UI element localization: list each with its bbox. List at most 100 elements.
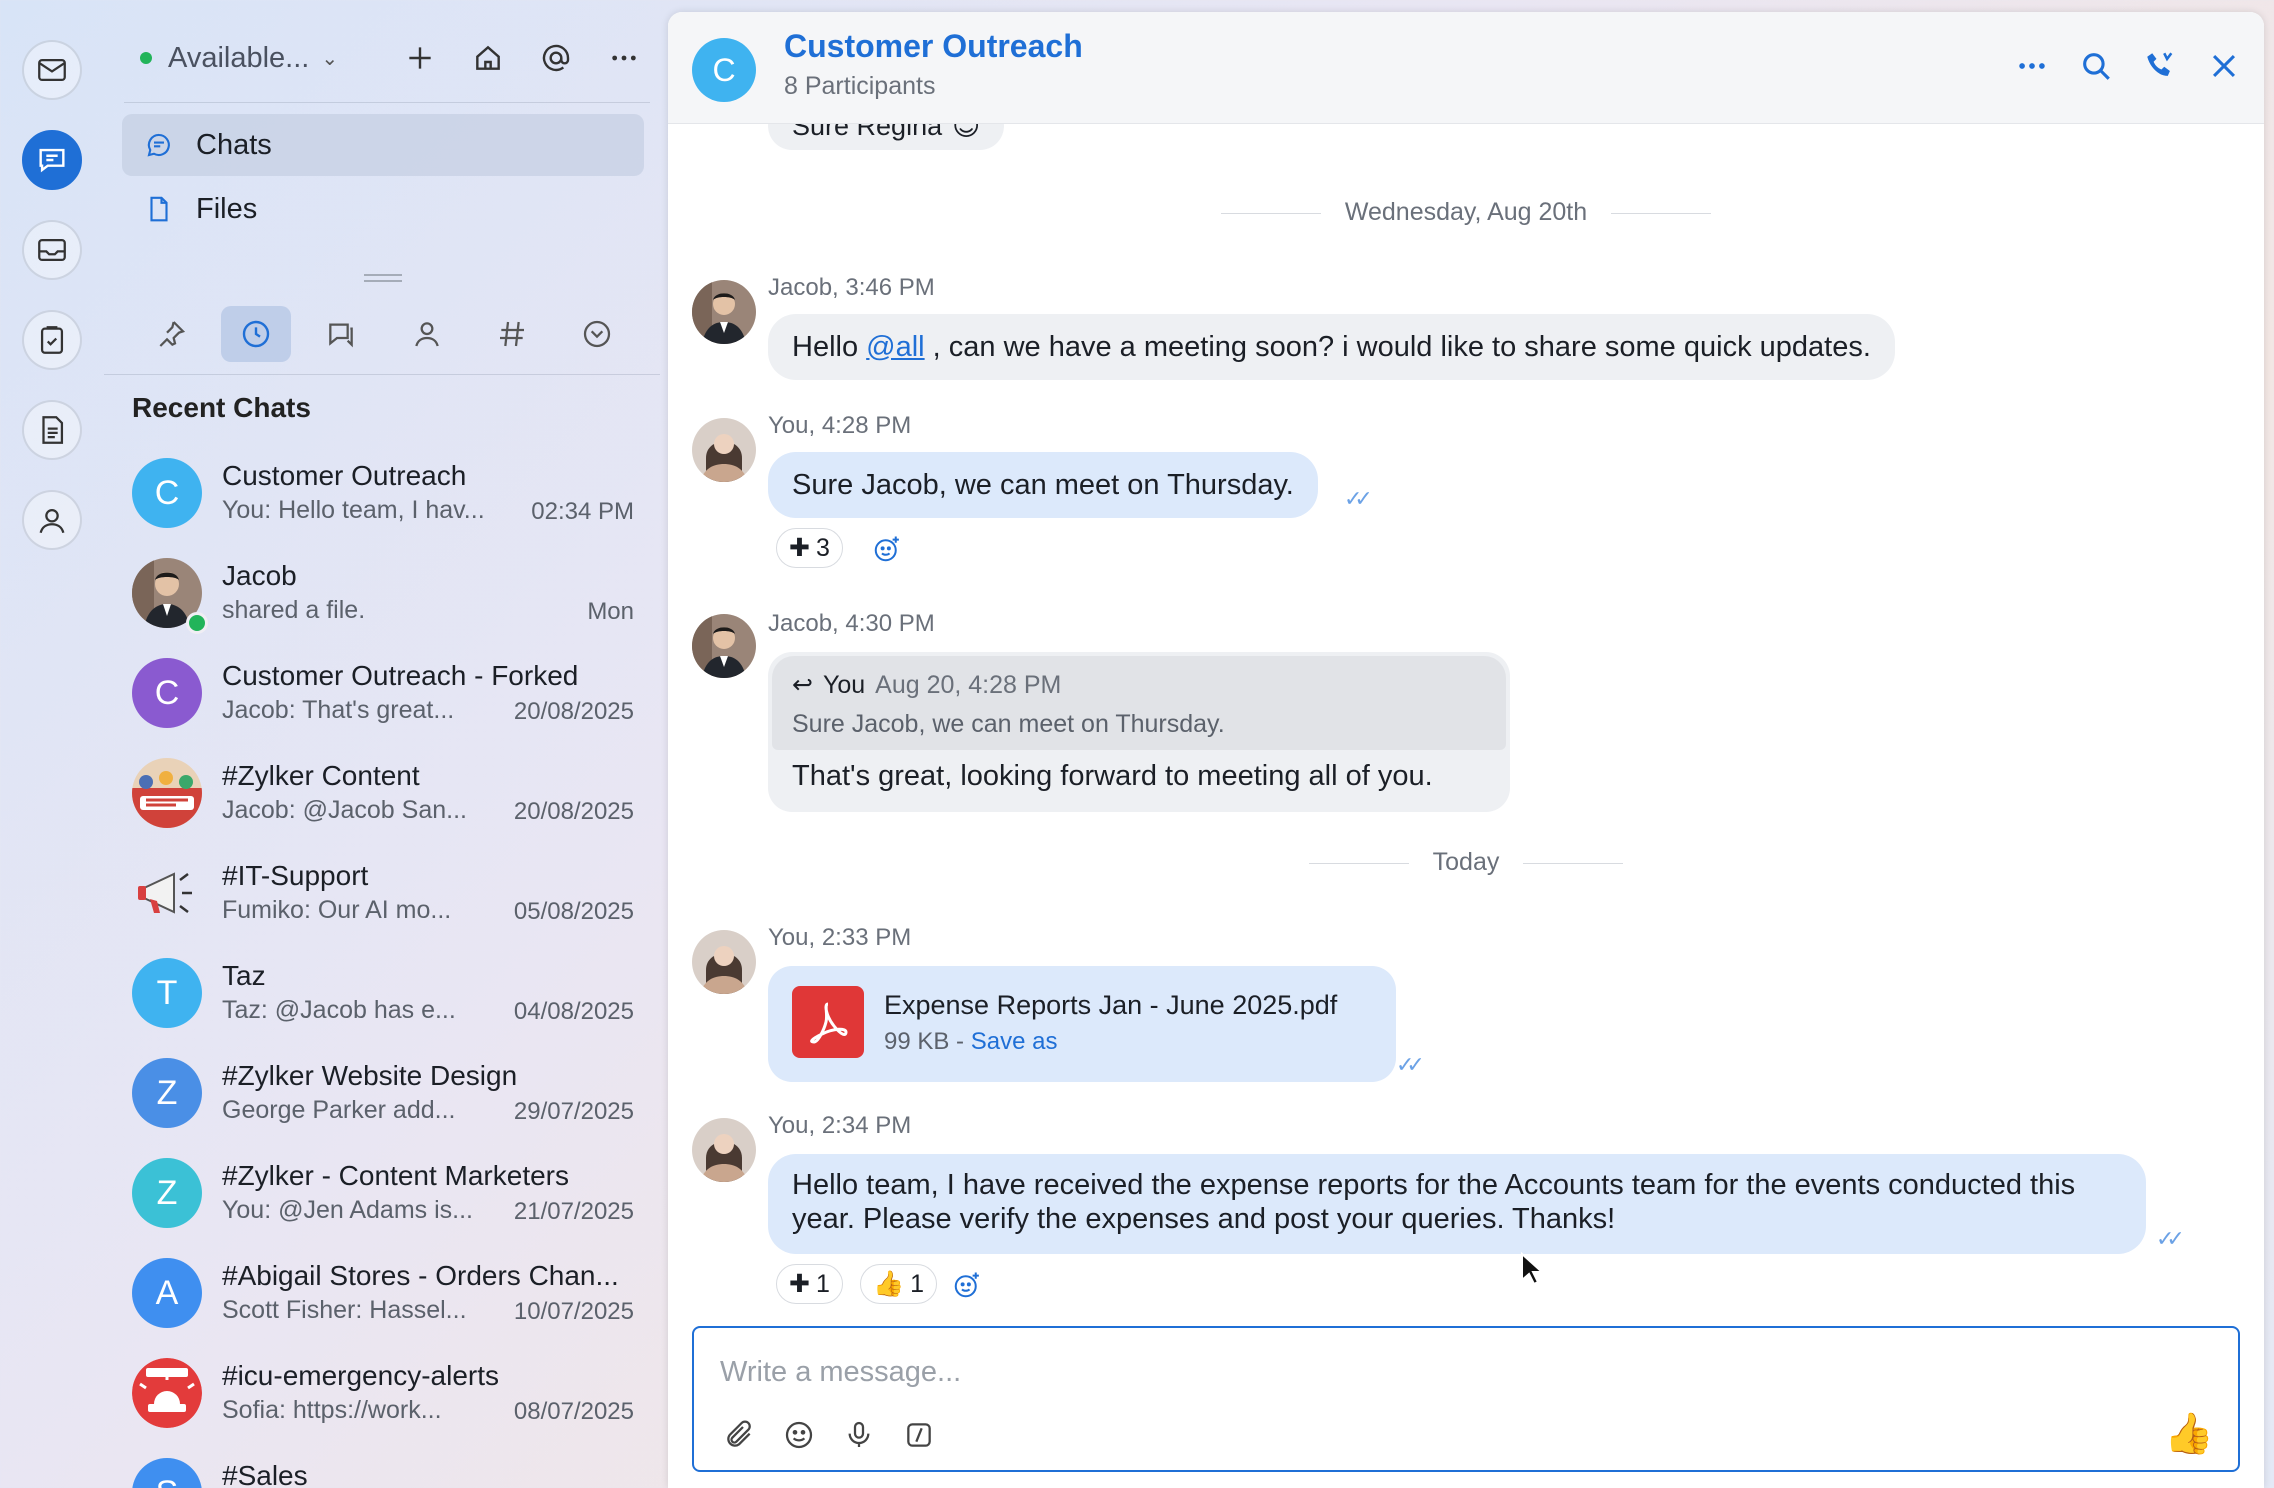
reaction-plus-one[interactable]: ✚ 1: [776, 1264, 843, 1304]
participants-count[interactable]: 8 Participants: [784, 72, 935, 101]
message-input[interactable]: [720, 1348, 2020, 1396]
tab-threads[interactable]: [306, 306, 376, 362]
sender-avatar[interactable]: [692, 1118, 756, 1182]
chat-preview: George Parker add...: [222, 1096, 456, 1124]
avatar: A: [132, 1258, 202, 1328]
status-label: Available...: [168, 41, 310, 74]
attach-button[interactable]: [720, 1416, 758, 1454]
tab-recent[interactable]: [221, 306, 292, 362]
chat-icon: [39, 148, 65, 173]
chat-list-item[interactable]: S #Sales: [104, 1446, 660, 1488]
chat-time: 05/08/2025: [513, 898, 634, 925]
inbox-rail-button[interactable]: [22, 220, 82, 280]
message-bubble[interactable]: Sure Regina 😊: [768, 124, 1005, 150]
inbox-icon: [38, 238, 66, 262]
chat-name: #Abigail Stores - Orders Chan...: [222, 1260, 619, 1291]
chat-list-item[interactable]: C Customer Outreach You: Hello team, I h…: [104, 446, 660, 546]
reaction-thumbs-up[interactable]: 👍 1: [860, 1264, 938, 1304]
new-chat-button[interactable]: [394, 34, 446, 82]
slash-commands-button[interactable]: [900, 1416, 938, 1454]
quote-header: ↩ You Aug 20, 4:28 PM: [792, 670, 1061, 700]
conversation-window: C Customer Outreach 8 Participants Sure …: [668, 12, 2264, 1488]
more-options-button[interactable]: [598, 34, 650, 82]
message-bubble[interactable]: Hello team, I have received the expense …: [768, 1154, 2146, 1254]
add-reaction-icon[interactable]: [872, 534, 902, 564]
pin-icon: [159, 321, 186, 347]
tab-channels[interactable]: [477, 306, 547, 362]
message-text: Sure Jacob, we can meet on Thursday.: [792, 468, 1294, 501]
chat-list-item[interactable]: Jacob shared a file. Mon: [104, 546, 660, 646]
voice-button[interactable]: [840, 1416, 878, 1454]
save-as-link[interactable]: Save as: [971, 1028, 1058, 1055]
send-thumbs-up-button[interactable]: 👍: [2164, 1410, 2214, 1457]
call-button[interactable]: [2142, 48, 2178, 84]
chat-bubble-icon: [147, 133, 170, 157]
chat-list-item[interactable]: T Taz Taz: @Jacob has e... 04/08/2025: [104, 946, 660, 1046]
chat-list-item[interactable]: A #Abigail Stores - Orders Chan... Scott…: [104, 1246, 660, 1346]
mouse-cursor-icon: [1521, 1252, 1542, 1286]
more-horizontal-icon: [612, 55, 636, 61]
quoted-message[interactable]: ↩ You Aug 20, 4:28 PM Sure Jacob, we can…: [772, 656, 1506, 750]
conversation-title[interactable]: Customer Outreach: [784, 28, 1083, 65]
chat-preview: Jacob: @Jacob San...: [222, 796, 467, 824]
chat-name: #icu-emergency-alerts: [222, 1360, 499, 1391]
resize-handle[interactable]: [364, 274, 402, 282]
chat-list-item[interactable]: #Zylker Content Jacob: @Jacob San... 20/…: [104, 746, 660, 846]
date-separator: Wednesday, Aug 20th: [668, 198, 2264, 227]
hashtag-icon: [499, 321, 524, 347]
more-actions-button[interactable]: [2014, 48, 2050, 84]
sender-avatar[interactable]: [692, 930, 756, 994]
close-button[interactable]: [2206, 48, 2242, 84]
tab-pinned[interactable]: [136, 306, 206, 362]
chat-name: Customer Outreach - Forked: [222, 660, 579, 691]
chat-time: Mon: [587, 598, 634, 625]
contacts-icon: [39, 508, 65, 534]
emoji-button[interactable]: [780, 1416, 818, 1454]
avatar: Z: [132, 1158, 202, 1228]
sender-avatar[interactable]: [692, 280, 756, 344]
chat-list-item[interactable]: #IT-Support Fumiko: Our AI mo... 05/08/2…: [104, 846, 660, 946]
sender-avatar[interactable]: [692, 614, 756, 678]
notes-rail-button[interactable]: [22, 400, 82, 460]
chat-list-item[interactable]: #icu-emergency-alerts Sofia: https://wor…: [104, 1346, 660, 1446]
quote-date: Aug 20, 4:28 PM: [875, 670, 1062, 699]
reply-message-bubble[interactable]: ↩ You Aug 20, 4:28 PM Sure Jacob, we can…: [768, 652, 1510, 812]
sender-avatar[interactable]: [692, 418, 756, 482]
reaction-plus-one[interactable]: ✚ 3: [776, 528, 843, 568]
emergency-siren-icon: [132, 1358, 202, 1428]
tab-more[interactable]: [562, 306, 632, 362]
chat-time: 21/07/2025: [513, 1198, 634, 1225]
mention-link[interactable]: @all: [866, 331, 924, 364]
plus-icon: ✚: [789, 1270, 810, 1298]
search-button[interactable]: [2078, 48, 2114, 84]
tasks-rail-button[interactable]: [22, 310, 82, 370]
chat-list-item[interactable]: Z #Zylker - Content Marketers You: @Jen …: [104, 1146, 660, 1246]
chat-rail-button[interactable]: [22, 130, 82, 190]
chevron-circle-down-icon: [583, 320, 611, 348]
message-bubble[interactable]: Sure Jacob, we can meet on Thursday.: [768, 452, 1318, 518]
nav-files[interactable]: Files: [122, 178, 644, 240]
message-bubble[interactable]: Hello @all , can we have a meeting soon?…: [768, 314, 1895, 380]
chat-preview: Fumiko: Our AI mo...: [222, 896, 452, 924]
header-actions: [2014, 48, 2242, 84]
read-receipt-icon: ✓✓: [1396, 1052, 1425, 1077]
quote-text: Sure Jacob, we can meet on Thursday.: [792, 710, 1225, 738]
tab-contacts[interactable]: [392, 306, 462, 362]
chat-list-item[interactable]: Z #Zylker Website Design George Parker a…: [104, 1046, 660, 1146]
chat-list-item[interactable]: C Customer Outreach - Forked Jacob: That…: [104, 646, 660, 746]
mentions-button[interactable]: [530, 34, 582, 82]
nav-chats[interactable]: Chats: [122, 114, 644, 176]
mail-rail-button[interactable]: [22, 40, 82, 100]
file-name[interactable]: Expense Reports Jan - June 2025.pdf: [884, 990, 1337, 1021]
chat-preview: You: Hello team, I hav...: [222, 496, 485, 524]
paperclip-icon: [727, 1420, 751, 1447]
mail-icon: [38, 58, 66, 82]
contacts-rail-button[interactable]: [22, 490, 82, 550]
plus-icon: [409, 47, 431, 69]
add-reaction-icon[interactable]: [952, 1270, 982, 1300]
file-attachment[interactable]: Expense Reports Jan - June 2025.pdf 99 K…: [768, 966, 1396, 1082]
conversation-avatar[interactable]: C: [692, 38, 756, 102]
home-button[interactable]: [462, 34, 514, 82]
tasks-icon: [40, 326, 64, 354]
status-selector[interactable]: Available... ⌄: [140, 34, 338, 82]
